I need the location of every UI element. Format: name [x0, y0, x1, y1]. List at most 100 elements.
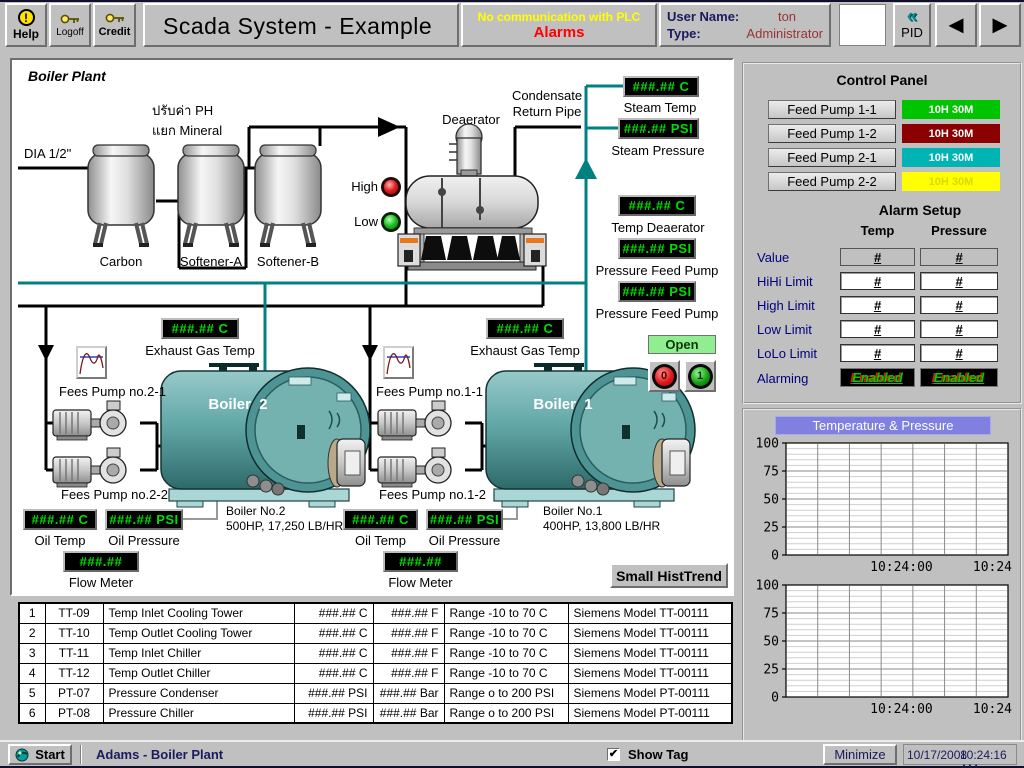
tag-table-cell: Range -10 to 70 C [444, 663, 568, 683]
mini-trend-icon[interactable] [383, 346, 414, 379]
high-level-led [381, 177, 401, 197]
feed-pump-1-2-button[interactable]: Feed Pump 1-2 [768, 124, 896, 143]
pressure-feed-pump-label-a: Pressure Feed Pump [578, 263, 736, 278]
show-tag-checkbox[interactable]: ✔ [607, 748, 620, 761]
boiler-2-name: Boiler 2 [190, 396, 286, 413]
status-date: 10/17/2008 [907, 748, 967, 762]
thai-note-line1: ปรับค่า PH [152, 100, 213, 121]
tank-carbon [88, 145, 154, 247]
feed-pump-2-1-button[interactable]: Feed Pump 2-1 [768, 148, 896, 167]
svg-text:10:24: 10:24 [973, 702, 1012, 717]
water-flow-arrow-right [378, 117, 400, 137]
tag-table-row: 1TT-09Temp Inlet Cooling Tower###.## C##… [19, 603, 732, 623]
start-pushbutton[interactable]: 1 [684, 360, 716, 392]
credit-button[interactable]: Credit [93, 3, 136, 47]
statusbar-divider [80, 745, 82, 764]
key-icon [105, 12, 125, 25]
tag-table-cell: TT-09 [45, 603, 103, 623]
steam-flow-arrow-up [575, 158, 597, 179]
tag-table-cell: PT-07 [45, 683, 103, 703]
alarm-row-label-lolo: LoLo Limit [757, 346, 817, 361]
trend-panel: Temperature & Pressure 100755025010:24:0… [742, 408, 1022, 742]
tag-table-cell: Range o to 200 PSI [444, 703, 568, 723]
alarm-lolo-pressure-field[interactable]: # [920, 344, 998, 362]
help-button[interactable]: ! Help [5, 3, 47, 47]
tag-table-cell: Siemens Model PT-00111 [568, 683, 732, 703]
alarm-hihi-temp-field[interactable]: # [840, 272, 915, 290]
tag-table-cell: ###.## Bar [373, 703, 444, 723]
mini-trend-icon[interactable] [76, 346, 107, 379]
oil-temp-2-display: ###.## C [23, 509, 97, 530]
feed-pump-2-2-button[interactable]: Feed Pump 2-2 [768, 172, 896, 191]
next-page-button[interactable]: ► [979, 3, 1021, 47]
pid-button[interactable]: « PID [893, 3, 931, 47]
show-tag-control[interactable]: ✔ Show Tag [607, 747, 688, 762]
tag-table-row: 2TT-10Temp Outlet Cooling Tower###.## C#… [19, 623, 732, 643]
valve-status-open: Open [648, 335, 716, 354]
svg-text:10:24: 10:24 [973, 560, 1012, 575]
boiler-1-caption-line2: 400HP, 13,800 LB/HR [543, 519, 660, 534]
svg-text:100: 100 [756, 437, 779, 452]
exhaust-gas-temp-1-display: ###.## C [486, 318, 564, 339]
low-level-label: Low [342, 214, 378, 229]
alarm-low-temp-field[interactable]: # [840, 320, 915, 338]
alarm-col-temp: Temp [840, 223, 915, 238]
tag-table-cell: TT-10 [45, 623, 103, 643]
flow-meter-1-display: ###.## [383, 551, 458, 572]
stop-pushbutton[interactable]: 0 [648, 360, 680, 392]
tag-table-row: 3TT-11Temp Inlet Chiller###.## C###.## F… [19, 643, 732, 663]
alarm-col-pressure: Pressure [920, 223, 998, 238]
tag-table-cell: Temp Outlet Chiller [103, 663, 294, 683]
tag-table-cell: Temp Inlet Chiller [103, 643, 294, 663]
flow-meter-2-display: ###.## [63, 551, 139, 572]
user-type-label: Type: [667, 26, 746, 41]
alarming-temp-toggle[interactable]: Enabled [840, 368, 915, 387]
oil-temp-1-display: ###.## C [343, 509, 418, 530]
alarm-lolo-temp-field[interactable]: # [840, 344, 915, 362]
tag-table-cell: Range o to 200 PSI [444, 683, 568, 703]
fees-pump-2-2-label: Fees Pump no.2-2 [61, 487, 168, 502]
alarm-high-temp-field[interactable]: # [840, 296, 915, 314]
steam-pressure-display: ###.## PSI [618, 118, 699, 139]
tag-table-cell: ###.## Bar [373, 683, 444, 703]
logoff-button[interactable]: Logoff [49, 3, 91, 47]
flow-meter-2-label: Flow Meter [53, 575, 149, 590]
start-label: Start [35, 747, 65, 762]
oil-pressure-1-display: ###.## PSI [426, 509, 503, 530]
alarming-pressure-toggle[interactable]: Enabled [920, 368, 998, 387]
previous-page-button[interactable]: ◄ [935, 3, 977, 47]
condensate-label-line2: Return Pipe [503, 104, 591, 119]
alarm-row-label-low: Low Limit [757, 322, 812, 337]
arrow-right-icon: ► [988, 13, 1013, 38]
small-histtrend-button[interactable]: Small HistTrend [610, 563, 728, 588]
minimize-button[interactable]: Minimize [823, 744, 897, 765]
feed-flow-arrow-down-right [362, 345, 378, 361]
flow-meter-1-label: Flow Meter [373, 575, 468, 590]
key-icon [60, 13, 80, 26]
start-menu-button[interactable]: Start [8, 744, 72, 765]
svg-text:25: 25 [763, 663, 779, 678]
tag-table-cell: Pressure Condenser [103, 683, 294, 703]
svg-text:0: 0 [771, 549, 779, 564]
tank-label-carbon: Carbon [81, 254, 161, 269]
tag-table-cell: Siemens Model PT-00111 [568, 703, 732, 723]
exhaust-gas-temp-2-display: ###.## C [161, 318, 239, 339]
pid-label: PID [901, 25, 923, 40]
feed-pump-2-2-graphic [53, 448, 126, 487]
oil-temp-2-label: Oil Temp [23, 533, 97, 548]
alarm-low-pressure-field[interactable]: # [920, 320, 998, 338]
tag-table-cell: ###.## PSI [294, 703, 373, 723]
tag-table-cell: ###.## F [373, 623, 444, 643]
tag-table-cell: ###.## C [294, 603, 373, 623]
steam-pressure-label: Steam Pressure [598, 143, 718, 158]
pipe-diameter-label: DIA 1/2" [24, 146, 71, 161]
feed-flow-arrow-down-left [38, 345, 54, 361]
alarm-high-pressure-field[interactable]: # [920, 296, 998, 314]
diagram-title: Boiler Plant [28, 68, 106, 84]
tag-table-cell: Temp Inlet Cooling Tower [103, 603, 294, 623]
plc-warning-panel: No communication with PLC Alarms [461, 3, 657, 47]
svg-text:100: 100 [756, 579, 779, 594]
svg-text:25: 25 [763, 521, 779, 536]
alarm-hihi-pressure-field[interactable]: # [920, 272, 998, 290]
feed-pump-1-1-button[interactable]: Feed Pump 1-1 [768, 100, 896, 119]
